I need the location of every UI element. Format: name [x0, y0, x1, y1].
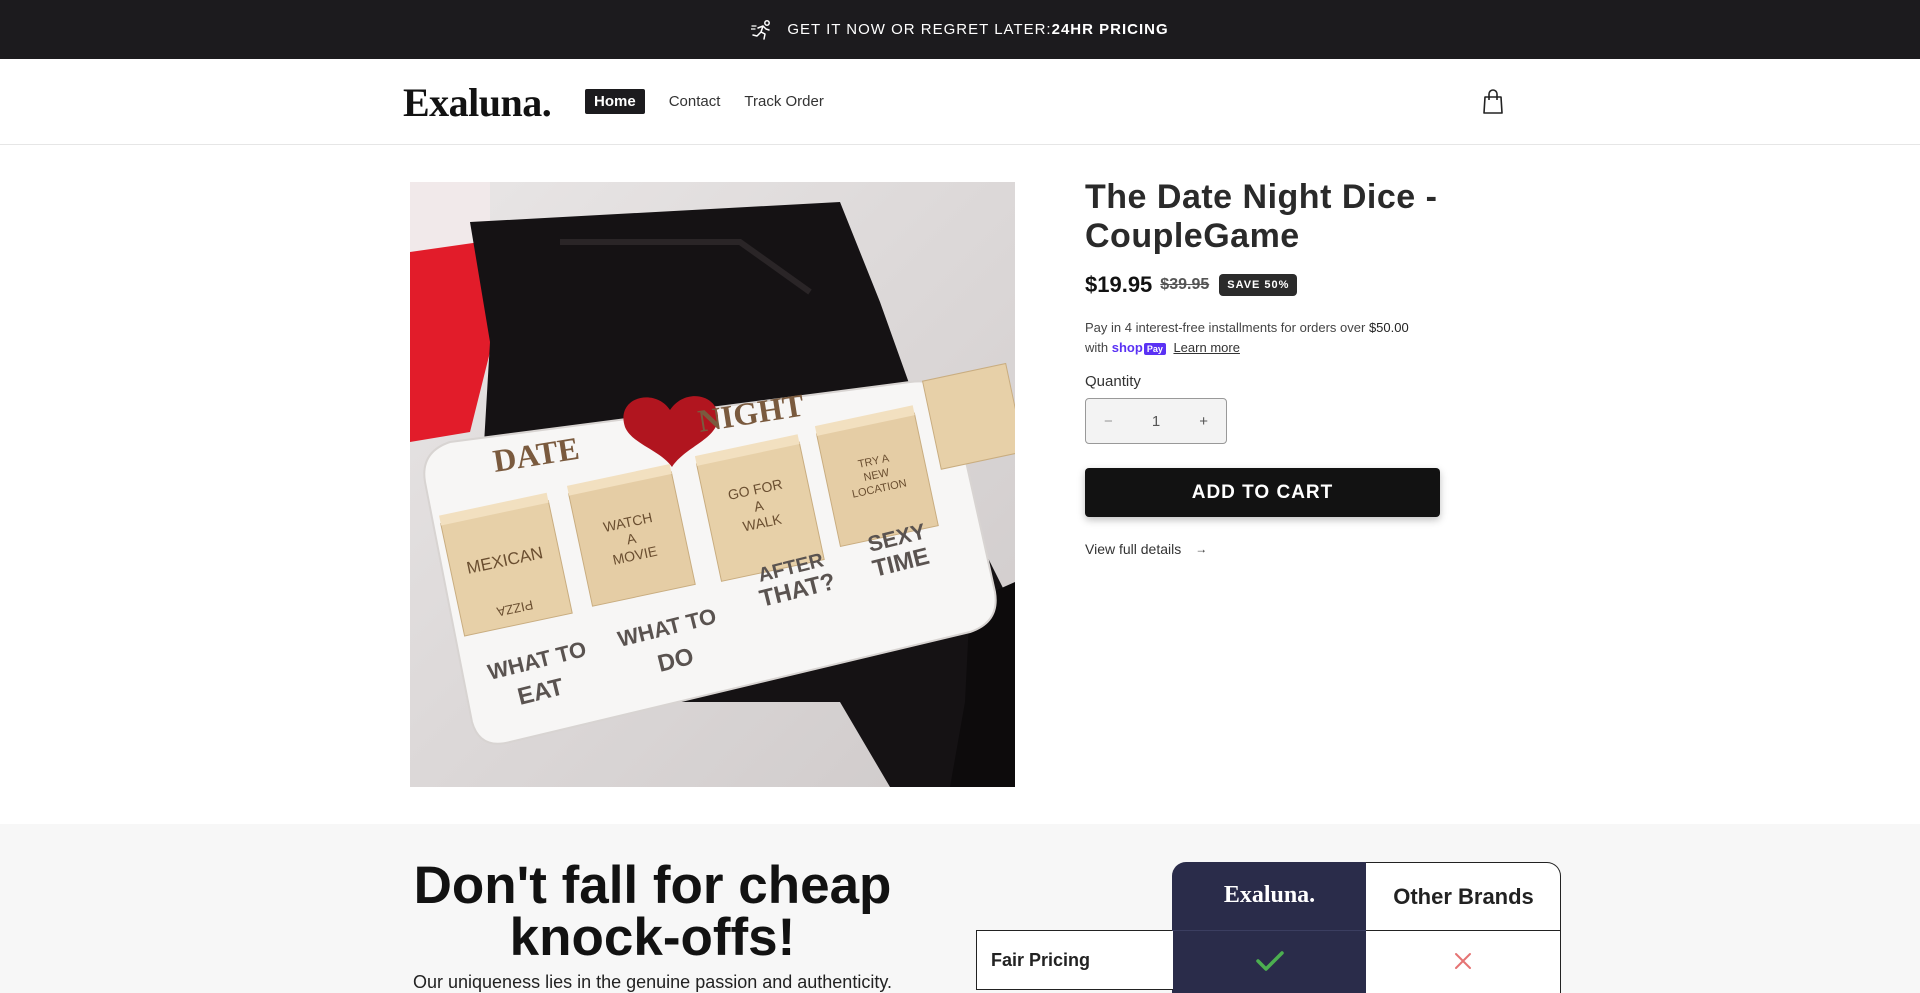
nav-contact[interactable]: Contact — [669, 93, 721, 110]
save-badge: SAVE 50% — [1219, 274, 1298, 296]
product-title: The Date Night Dice - CoupleGame — [1085, 178, 1438, 255]
comparison-table: Exaluna. Other Brands Fair Pricing — [976, 862, 1561, 993]
comparison-section: Don't fall for cheap knock-offs! Our uni… — [0, 824, 1920, 993]
learn-more-link[interactable]: Learn more — [1173, 340, 1239, 355]
main-nav: Home Contact Track Order — [585, 89, 848, 114]
installments-info: Pay in 4 interest-free installments for … — [1085, 318, 1485, 359]
announcement-bar: GET IT NOW OR REGRET LATER: 24HR PRICING — [0, 0, 1920, 59]
nav-track-order[interactable]: Track Order — [744, 93, 823, 110]
logo[interactable]: Exaluna. — [403, 79, 552, 126]
check-icon — [1172, 930, 1367, 990]
quantity-label: Quantity — [1085, 373, 1141, 391]
shop-pay-shop: shop — [1111, 340, 1143, 356]
runner-icon — [751, 19, 775, 40]
installments-text: Pay in 4 interest-free installments for … — [1085, 320, 1369, 335]
announcement-highlight: 24HR PRICING — [1051, 21, 1169, 38]
arrow-right-icon: → — [1195, 542, 1208, 557]
installments-with: with — [1085, 340, 1109, 355]
quantity-decrease-button[interactable]: − — [1104, 413, 1113, 430]
price-row: $19.95 $39.95 SAVE 50% — [1085, 272, 1485, 298]
quantity-stepper: − 1 + — [1085, 398, 1227, 445]
comparison-subline: Our uniqueness lies in the genuine passi… — [413, 972, 892, 992]
add-to-cart-button[interactable]: ADD TO CART — [1085, 468, 1440, 518]
comparison-headline: Don't fall for cheap knock-offs! — [413, 856, 892, 967]
product-info: The Date Night Dice - CoupleGame $19.95 … — [1085, 178, 1485, 557]
installments-amount: $50.00 — [1368, 320, 1409, 335]
compare-price: $39.95 — [1160, 276, 1210, 293]
row-label-fair-pricing: Fair Pricing — [976, 930, 1173, 990]
sale-price: $19.95 — [1085, 272, 1153, 297]
shop-pay-pay: Pay — [1143, 343, 1166, 356]
quantity-increase-button[interactable]: + — [1199, 413, 1208, 430]
site-header: Exaluna. Home Contact Track Order — [0, 59, 1920, 145]
shop-pay-logo: shop Pay — [1112, 338, 1166, 359]
announcement-text: GET IT NOW OR REGRET LATER: — [787, 21, 1052, 38]
view-full-details-link[interactable]: View full details → — [1085, 541, 1485, 557]
quantity-input[interactable]: 1 — [1152, 413, 1160, 430]
brand-column-title: Exaluna. — [1223, 882, 1316, 908]
other-brands-column-title: Other Brands — [1393, 884, 1534, 909]
x-icon — [1366, 930, 1561, 990]
nav-home[interactable]: Home — [585, 89, 645, 114]
shopping-bag-icon[interactable] — [1482, 89, 1504, 115]
product-image[interactable]: DATE NIGHT MEXICAN PIZZA WATCH A MOVIE G… — [410, 182, 1015, 787]
view-full-details-label: View full details — [1085, 541, 1182, 558]
